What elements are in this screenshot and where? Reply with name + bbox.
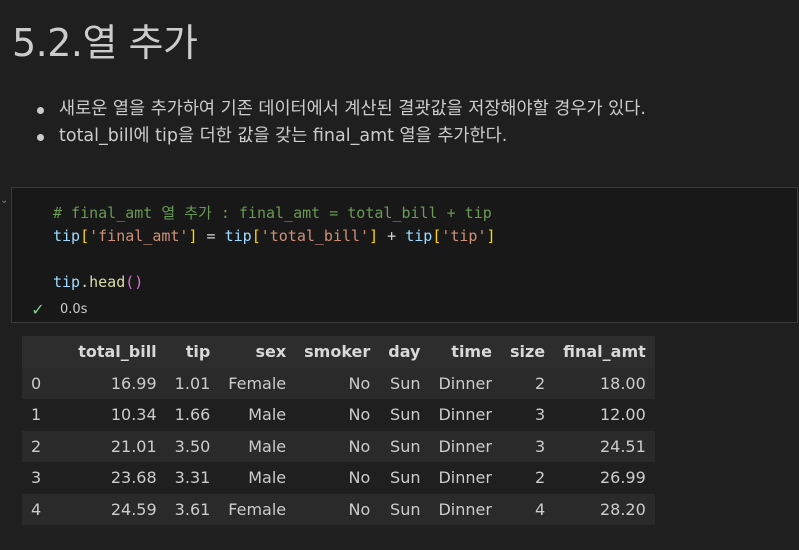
- table-cell: 4: [534, 499, 546, 519]
- table-cell: No: [348, 468, 371, 488]
- table-cell: Sun: [390, 373, 421, 393]
- table-cell: 28.20: [599, 499, 646, 519]
- row-index: 3: [31, 468, 42, 488]
- table-cell: 10.34: [110, 405, 157, 425]
- table-row: 2 21.01 3.50 Male No Sun Dinner 3 24.51: [22, 430, 655, 462]
- table-cell: 23.68: [110, 468, 157, 488]
- table-row: 1 10.34 1.66 Male No Sun Dinner 3 12.00: [22, 399, 655, 431]
- table-cell: 21.01: [110, 436, 157, 456]
- table-header-row: total_bill tip sex smoker day time size …: [22, 336, 655, 368]
- table-cell: No: [348, 373, 371, 393]
- table-cell: 3.61: [174, 499, 211, 519]
- table-cell: Male: [248, 468, 287, 488]
- table-cell: Sun: [390, 436, 421, 456]
- column-header: tip: [165, 336, 220, 368]
- column-header: sex: [219, 336, 296, 368]
- table-cell: Dinner: [438, 405, 492, 425]
- bullet-item: 새로운 열을 추가하여 기존 데이터에서 계산된 결괏값을 저장해야할 경우가 …: [28, 96, 646, 123]
- table-cell: 12.00: [599, 405, 646, 425]
- code-line-head: tip.head(): [53, 273, 144, 291]
- table-cell: Dinner: [438, 468, 492, 488]
- cell-gutter[interactable]: ⌄: [0, 190, 8, 325]
- execution-time: 0.0s: [60, 302, 88, 317]
- index-header: [22, 336, 70, 368]
- table-cell: 1.01: [174, 373, 211, 393]
- table-cell: 26.99: [599, 468, 646, 488]
- row-index: 4: [31, 499, 42, 519]
- table-cell: Dinner: [438, 436, 492, 456]
- table-cell: No: [348, 499, 371, 519]
- table-cell: 24.51: [599, 436, 646, 456]
- code-comment: # final_amt 열 추가 : final_amt = total_bil…: [53, 204, 492, 222]
- column-header: total_bill: [69, 336, 166, 368]
- table-cell: 2: [534, 373, 546, 393]
- column-header: smoker: [295, 336, 380, 368]
- table-cell: Sun: [390, 468, 421, 488]
- table-cell: Female: [228, 499, 287, 519]
- table-row: 3 23.68 3.31 Male No Sun Dinner 2 26.99: [22, 462, 655, 494]
- bullet-item: total_bill에 tip을 더한 값을 갖는 final_amt 열을 추…: [28, 123, 646, 150]
- table-cell: Sun: [390, 405, 421, 425]
- table-cell: 3.31: [174, 468, 211, 488]
- table-cell: Dinner: [438, 373, 492, 393]
- table-cell: 2: [534, 468, 546, 488]
- dataframe-output: total_bill tip sex smoker day time size …: [22, 336, 655, 525]
- table-cell: Male: [248, 405, 287, 425]
- chevron-icon[interactable]: ⌄: [0, 195, 8, 206]
- code-cell[interactable]: # final_amt 열 추가 : final_amt = total_bil…: [11, 187, 798, 323]
- table-cell: No: [348, 436, 371, 456]
- table-cell: Female: [228, 373, 287, 393]
- table-cell: 3: [534, 436, 546, 456]
- column-header: final_amt: [554, 336, 655, 368]
- table-cell: 1.66: [174, 405, 211, 425]
- table-cell: 24.59: [110, 499, 157, 519]
- execution-status: ✓ 0.0s: [30, 300, 87, 319]
- table-row: 0 16.99 1.01 Female No Sun Dinner 2 18.0…: [22, 367, 655, 399]
- row-index: 2: [31, 436, 42, 456]
- table-cell: 16.99: [110, 373, 157, 393]
- section-heading: 5.2.열 추가: [12, 21, 198, 65]
- table-cell: Sun: [390, 499, 421, 519]
- table-cell: Male: [248, 436, 287, 456]
- check-icon: ✓: [31, 300, 45, 319]
- table-row: 4 24.59 3.61 Female No Sun Dinner 4 28.2…: [22, 493, 655, 525]
- row-index: 0: [31, 373, 42, 393]
- column-header: day: [379, 336, 430, 368]
- code-editor[interactable]: # final_amt 열 추가 : final_amt = total_bil…: [53, 202, 496, 294]
- code-line-assign: tip['final_amt'] = tip['total_bill'] + t…: [53, 227, 496, 245]
- column-header: size: [500, 336, 555, 368]
- table-cell: Dinner: [438, 499, 492, 519]
- table-cell: No: [348, 405, 371, 425]
- column-header: time: [429, 336, 501, 368]
- row-index: 1: [31, 405, 42, 425]
- table-cell: 18.00: [599, 373, 646, 393]
- bullet-list: 새로운 열을 추가하여 기존 데이터에서 계산된 결괏값을 저장해야할 경우가 …: [28, 96, 646, 150]
- table-cell: 3: [534, 405, 546, 425]
- table-cell: 3.50: [174, 436, 211, 456]
